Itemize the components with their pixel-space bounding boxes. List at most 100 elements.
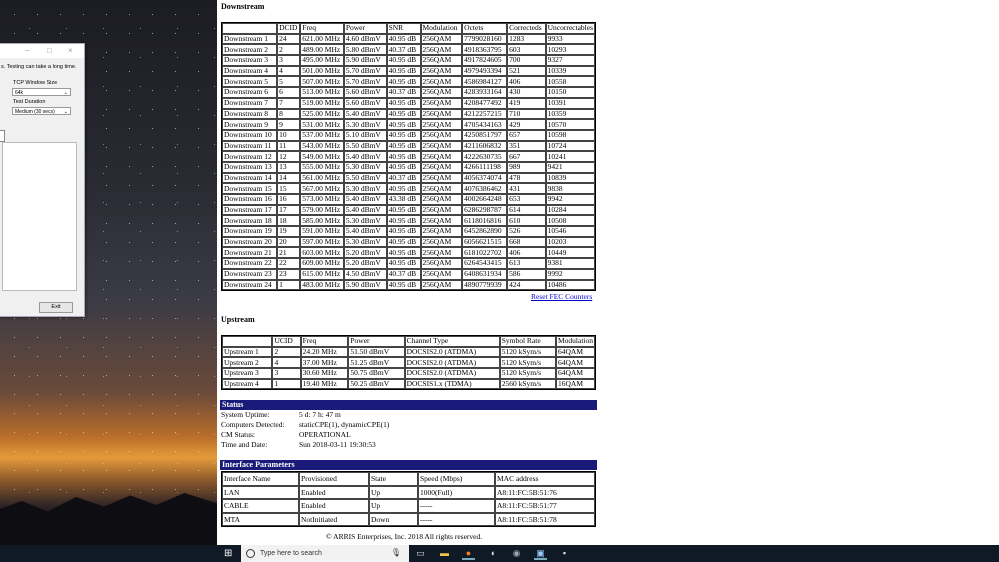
table-cell: Upstream 2	[222, 357, 273, 369]
upstream-row: Upstream 3 3 30.60 MHz 50.75 dBmV DOCSIS2.0 …	[222, 368, 595, 379]
table-cell: 256QAM	[420, 172, 463, 184]
table-cell: Downstream 18	[222, 215, 278, 227]
shield-app-icon[interactable]: ◖	[486, 547, 499, 560]
table-cell: 513.00 MHz	[300, 87, 344, 98]
table-cell: 657	[507, 129, 546, 141]
steam-icon[interactable]: ◉	[510, 547, 523, 560]
downstream-row: Downstream 14 14 561.00 MHz 5.50 dBmV 40.37 …	[222, 172, 595, 184]
column-header: Interface Name	[222, 472, 299, 486]
terminal-icon[interactable]: ▪	[558, 547, 571, 560]
table-cell: 256QAM	[420, 97, 463, 109]
close-icon[interactable]: ×	[68, 46, 73, 55]
table-cell: 424	[507, 279, 546, 291]
table-cell: 256QAM	[420, 65, 463, 77]
network-app-icon[interactable]: ▣	[534, 547, 547, 560]
table-cell: Down	[369, 512, 418, 526]
table-cell: 4	[272, 357, 301, 369]
table-cell: 5.10 dBmV	[343, 129, 387, 141]
table-cell: 9327	[545, 55, 595, 66]
table-cell: 6264543415	[462, 258, 508, 269]
exit-button[interactable]: Exit	[39, 302, 73, 313]
taskbar: ⊞ Type here to search 🎙 ▭ ▬ ● ◖ ◉ ▣ ▪	[0, 545, 999, 562]
table-cell: 621.00 MHz	[300, 33, 344, 45]
table-cell: -----	[418, 512, 495, 526]
tcp-window-label: TCP Window Size	[13, 80, 58, 86]
status-value: 5 d: 7 h: 47 m	[299, 410, 341, 419]
table-cell: 256QAM	[420, 247, 463, 259]
windows-start-icon[interactable]: ⊞	[224, 548, 235, 559]
table-cell: 256QAM	[420, 258, 463, 269]
table-cell: 1	[277, 279, 301, 291]
downstream-row: Downstream 18 18 585.00 MHz 5.30 dBmV 40.95 …	[222, 215, 595, 227]
table-cell: 256QAM	[420, 44, 463, 56]
downstream-row: Downstream 23 23 615.00 MHz 4.50 dBmV 40.37 …	[222, 268, 595, 280]
table-cell: 9421	[545, 161, 595, 173]
table-cell: 4208477492	[462, 97, 508, 109]
taskbar-search-box[interactable]: Type here to search 🎙	[241, 545, 409, 562]
table-cell: 4002664248	[462, 194, 508, 205]
test-duration-select[interactable]: Medium (30 secs) ⌄	[12, 107, 71, 115]
table-cell: 20	[277, 236, 301, 248]
column-header: Speed (Mbps)	[418, 472, 495, 486]
table-cell: 10724	[545, 140, 595, 152]
column-header	[222, 23, 278, 34]
table-cell: 40.95 dB	[386, 247, 421, 259]
table-cell: 543.00 MHz	[300, 140, 344, 152]
table-cell: Downstream 11	[222, 140, 278, 152]
task-view-icon[interactable]: ▭	[414, 547, 427, 560]
table-cell: 5.90 dBmV	[343, 279, 387, 291]
table-cell: 5.70 dBmV	[343, 65, 387, 77]
downstream-row: Downstream 12 12 549.00 MHz 5.40 dBmV 40.95 …	[222, 151, 595, 162]
table-cell: 10359	[545, 108, 595, 120]
table-cell: 40.37 dB	[386, 172, 421, 184]
table-cell: 5.40 dBmV	[343, 108, 387, 120]
table-cell: 9	[277, 119, 301, 130]
table-cell: Downstream 1	[222, 33, 278, 45]
maximize-icon[interactable]: □	[47, 46, 52, 55]
file-explorer-icon[interactable]: ▬	[438, 547, 451, 560]
table-cell: 51.50 dBmV	[348, 346, 405, 358]
table-cell: 4266111198	[462, 161, 508, 173]
upstream-row: Upstream 1 2 24.20 MHz 51.50 dBmV DOCSIS2.0 …	[222, 346, 595, 358]
table-cell: 40.95 dB	[386, 161, 421, 173]
table-cell: 478	[507, 172, 546, 184]
table-cell: 64QAM	[556, 357, 595, 369]
table-cell: 10449	[545, 247, 595, 259]
table-cell: 4212257215	[462, 108, 508, 120]
table-cell: 256QAM	[420, 76, 463, 88]
partial-input[interactable]	[0, 130, 5, 142]
status-label: Computers Detected:	[221, 420, 285, 429]
header-row: UCID Freq Power Channel Type Symbol Rate Modu…	[222, 336, 595, 347]
table-cell: 5.40 dBmV	[343, 151, 387, 162]
table-cell: 1	[272, 378, 301, 390]
table-cell: Upstream 3	[222, 368, 273, 379]
firefox-icon[interactable]: ●	[462, 547, 475, 560]
table-cell: Downstream 22	[222, 258, 278, 269]
downstream-table: DCID Freq Power SNR Modulation Octets Correcte…	[221, 22, 596, 292]
minimize-icon[interactable]: –	[25, 46, 29, 55]
table-cell: DOCSIS2.0 (ATDMA)	[404, 368, 500, 379]
downstream-row: Downstream 2 2 489.00 MHz 5.80 dBmV 40.37 dB…	[222, 44, 595, 56]
status-value: OPERATIONAL	[299, 430, 351, 439]
upstream-row: Upstream 4 1 19.40 MHz 50.25 dBmV DOCSIS1.x …	[222, 378, 595, 390]
downstream-row: Downstream 20 20 597.00 MHz 5.30 dBmV 40.95 …	[222, 236, 595, 248]
table-cell: 14	[277, 172, 301, 184]
table-cell: 256QAM	[420, 108, 463, 120]
table-cell: 561.00 MHz	[300, 172, 344, 184]
table-cell: Up	[369, 499, 418, 513]
search-placeholder: Type here to search	[260, 550, 322, 557]
microphone-icon[interactable]: 🎙	[391, 548, 401, 557]
table-cell: 16QAM	[556, 378, 595, 390]
downstream-row: Downstream 21 21 603.00 MHz 5.20 dBmV 40.95 …	[222, 247, 595, 259]
table-cell: 519.00 MHz	[300, 97, 344, 109]
table-cell: 4.60 dBmV	[343, 33, 387, 45]
tcp-window-select[interactable]: 64k ⌄	[12, 88, 71, 96]
reset-fec-counters-link[interactable]: Reset FEC Counters	[531, 292, 592, 301]
table-cell: 5.40 dBmV	[343, 194, 387, 205]
column-header: Provisioned	[299, 472, 369, 486]
table-cell: 9381	[545, 258, 595, 269]
table-cell: 40.95 dB	[386, 215, 421, 227]
table-cell: 10546	[545, 226, 595, 237]
table-cell: 537.00 MHz	[300, 129, 344, 141]
table-cell: 5120 kSym/s	[499, 357, 556, 369]
